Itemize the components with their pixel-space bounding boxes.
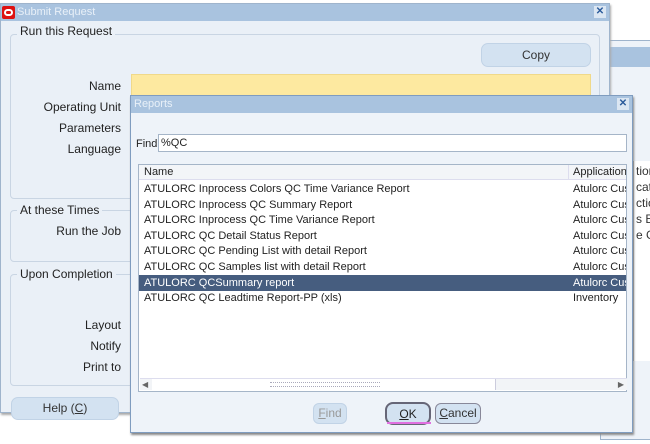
list-item[interactable]: ATULORC QC Samples list with detail Repo… [139, 259, 626, 275]
cancel-text: ancel [447, 406, 477, 420]
report-application: Atulorc Cus [573, 261, 626, 273]
find-label: Find [136, 138, 158, 150]
name-field[interactable] [131, 74, 591, 96]
ok-key: O [399, 407, 409, 421]
cancel-button[interactable]: Cancel [435, 403, 481, 424]
report-name: ATULORC Inprocess QC Summary Report [144, 198, 353, 211]
report-application: Inventory [573, 292, 619, 305]
help-button[interactable]: Help (C) [11, 397, 119, 420]
focus-indicator [387, 422, 431, 424]
column-header-name[interactable]: Name [139, 165, 569, 180]
parameters-label: Parameters [58, 121, 121, 135]
list-item[interactable]: ATULORC QC Leadtime Report-PP (xls) Inven… [139, 290, 626, 306]
report-application: Atulorc Cus [573, 276, 626, 289]
background-text: cat [636, 180, 650, 194]
background-text: ctio [636, 196, 650, 210]
print-to-label: Print to [82, 360, 121, 374]
oracle-logo-icon [2, 6, 15, 19]
report-name: ATULORC Inprocess Colors QC Time Varianc… [144, 183, 410, 195]
language-label: Language [67, 142, 121, 156]
report-name: ATULORC QCSummary report [144, 276, 295, 289]
background-text: e G [636, 228, 650, 242]
title-bar[interactable]: Submit Request ✕ [1, 4, 609, 21]
reports-dialog: Reports ✕ Find %QC Name Application ATULO… [130, 95, 633, 433]
list-item[interactable]: ATULORC Inprocess Colors QC Time Varianc… [139, 181, 626, 197]
cancel-key: C [439, 406, 448, 420]
help-text: Help ( [42, 401, 75, 415]
dialog-title: Reports [134, 98, 173, 110]
background-text: tion [636, 164, 650, 178]
find-key: F [318, 406, 326, 420]
report-application: Atulorc Cus [573, 183, 626, 195]
close-icon[interactable]: ✕ [594, 6, 606, 18]
operating-unit-label: Operating Unit [43, 100, 121, 114]
group-label: At these Times [17, 203, 103, 217]
report-name: ATULORC QC Pending List with detail Repo… [144, 245, 367, 258]
find-input[interactable]: %QC [158, 134, 627, 152]
group-label: Run this Request [17, 24, 116, 38]
close-icon[interactable]: ✕ [617, 98, 629, 110]
notify-label: Notify [90, 339, 121, 353]
find-button[interactable]: Find [313, 403, 347, 424]
list-item[interactable]: ATULORC Inprocess QC Summary Report Atulo… [139, 197, 626, 213]
report-application: Atulorc Cus [573, 245, 626, 258]
background-list: tion cat ctio s E e G [633, 161, 650, 361]
report-application: Atulorc Cus [573, 198, 626, 211]
report-name: ATULORC QC Samples list with detail Repo… [144, 261, 366, 273]
reports-list: Name Application ATULORC Inprocess Color… [138, 164, 627, 392]
list-item[interactable]: ATULORC QC Pending List with detail Repo… [139, 243, 626, 259]
report-application: Atulorc Cus [573, 214, 626, 227]
list-item[interactable]: ATULORC Inprocess QC Time Variance Repor… [139, 212, 626, 228]
name-label: Name [88, 79, 121, 93]
layout-label: Layout [84, 318, 121, 332]
group-label: Upon Completion [17, 267, 116, 281]
list-item[interactable]: ATULORC QC Detail Status Report Atulorc C… [139, 228, 626, 244]
ok-text: K [408, 407, 417, 421]
background-text: s E [636, 212, 650, 226]
scroll-left-icon[interactable]: ◀ [142, 380, 148, 389]
list-item[interactable]: ATULORC QCSummary report Atulorc Cus [139, 274, 626, 291]
thumb-grip [270, 382, 380, 387]
copy-button[interactable]: Copy [481, 43, 591, 67]
find-btn-text: ind [325, 406, 342, 420]
run-job-label: Run the Job [56, 224, 121, 238]
report-name: ATULORC QC Detail Status Report [144, 229, 317, 242]
title-bar[interactable]: Reports ✕ [131, 96, 632, 113]
report-name: ATULORC QC Leadtime Report-PP (xls) [144, 292, 342, 305]
report-application: Atulorc Cus [573, 229, 626, 242]
report-name: ATULORC Inprocess QC Time Variance Repor… [144, 214, 375, 227]
column-header-application[interactable]: Application [569, 165, 626, 180]
scroll-right-icon[interactable]: ▶ [618, 380, 624, 389]
window-title: Submit Request [17, 6, 96, 18]
horizontal-scrollbar[interactable]: ◀ ▶ [140, 378, 627, 390]
help-text-end: ) [83, 401, 88, 415]
